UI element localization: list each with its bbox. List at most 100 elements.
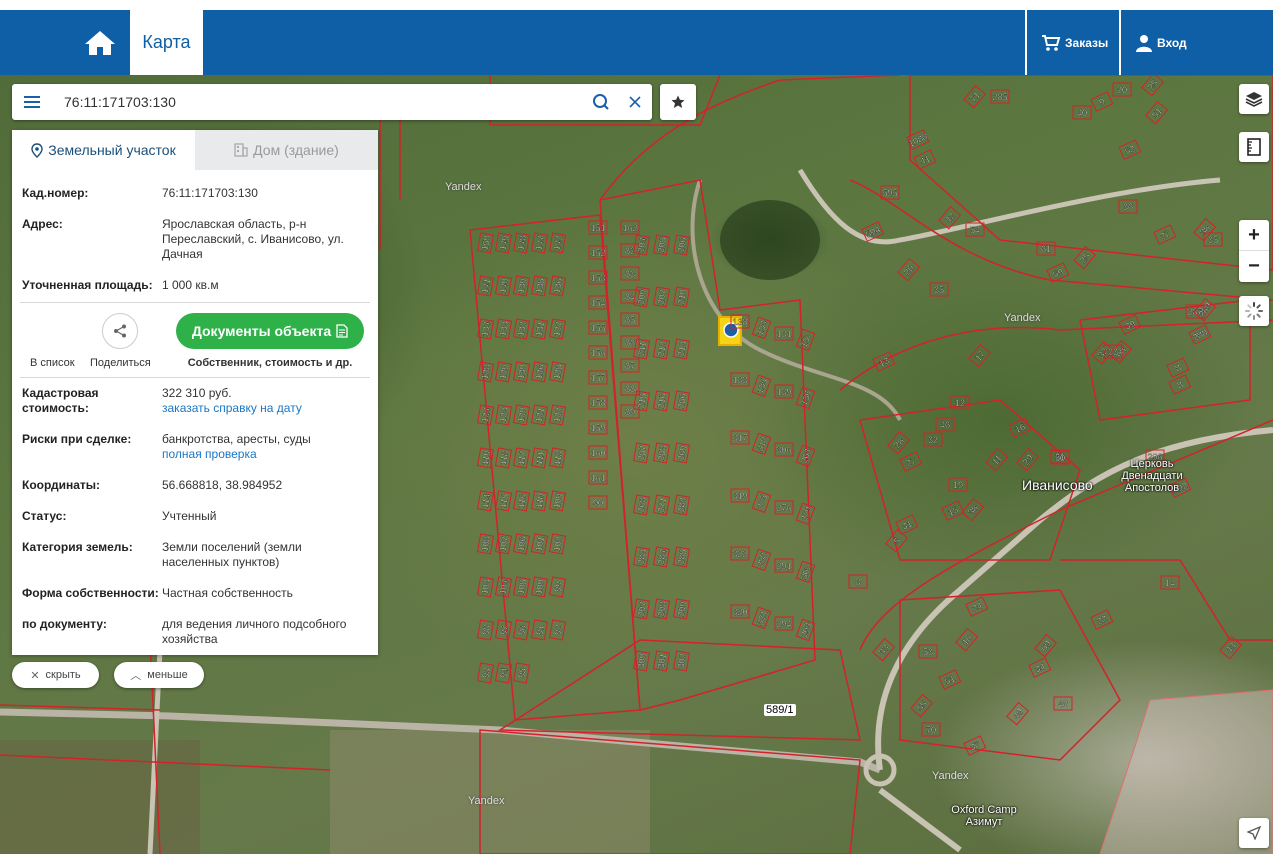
parcel-label[interactable]: 121 — [530, 404, 549, 426]
parcel-label[interactable]: 125 — [548, 361, 567, 383]
parcel-label[interactable]: 206 — [672, 234, 691, 256]
parcel-label[interactable]: 71 — [963, 84, 987, 109]
parcel-label[interactable]: 14 — [1160, 575, 1180, 590]
parcel-label[interactable]: 28 — [887, 430, 911, 455]
parcel-label[interactable]: 284 — [652, 546, 671, 568]
parcel-label[interactable]: 128 — [476, 361, 495, 383]
parcel-label[interactable]: 127 — [548, 318, 567, 340]
zoom-out-button[interactable]: − — [1239, 251, 1269, 282]
parcel-label[interactable]: 16 — [1008, 417, 1032, 438]
parcel-label[interactable]: 104 — [494, 576, 513, 598]
parcel-label[interactable]: 90 — [588, 495, 608, 510]
login-button[interactable]: Вход — [1119, 10, 1273, 75]
parcel-label[interactable]: 321 — [751, 606, 772, 630]
parcel-label[interactable]: 291 — [774, 558, 794, 573]
parcel-label[interactable]: 108 — [476, 533, 495, 555]
clear-icon[interactable] — [618, 84, 652, 120]
parcel-label[interactable]: 135 — [751, 374, 772, 398]
cad-number-link[interactable]: 76:11:171703:130 — [162, 186, 368, 201]
share-button[interactable] — [102, 313, 138, 349]
parcel-label[interactable]: 257 — [632, 442, 651, 464]
parcel-label[interactable]: 55 — [910, 693, 934, 718]
parcel-label[interactable]: 139 — [512, 275, 531, 297]
parcel-label[interactable]: 133 — [730, 372, 750, 387]
parcel-label[interactable]: 302 — [672, 650, 691, 672]
parcel-label[interactable]: 204 — [632, 234, 651, 256]
parcel-label[interactable]: 318 — [751, 432, 772, 456]
parcel-label[interactable]: 51 — [938, 669, 962, 690]
parcel-label[interactable]: 107 — [494, 533, 513, 555]
parcel-label[interactable]: 209 — [632, 286, 651, 308]
parcel-label[interactable]: 134 — [476, 318, 495, 340]
orders-button[interactable]: Заказы — [1025, 10, 1119, 75]
order-certificate-link[interactable]: заказать справку на дату — [162, 401, 368, 416]
parcel-label[interactable]: 34 — [1028, 657, 1052, 678]
parcel-label[interactable]: 136 — [795, 386, 816, 410]
parcel-label[interactable]: 123 — [494, 404, 513, 426]
parcel-label[interactable]: 140 — [494, 275, 513, 297]
parcel-label[interactable]: 36 — [1118, 199, 1138, 214]
parcel-label[interactable]: 271 — [652, 494, 671, 516]
parcel-label[interactable]: 15 — [941, 500, 965, 521]
favorites-star-icon[interactable] — [660, 84, 696, 120]
add-to-list-button[interactable]: В список — [30, 357, 75, 369]
parcel-label[interactable]: 98 — [476, 619, 495, 641]
parcel-label[interactable]: 122 — [548, 404, 567, 426]
parcel-label[interactable]: 20 — [897, 257, 921, 282]
parcel-label[interactable]: 52 — [1118, 139, 1142, 160]
parcel-label[interactable]: 48 — [1053, 696, 1073, 711]
parcel-label[interactable]: 276 — [774, 500, 794, 515]
parcel-label[interactable]: 102 — [548, 533, 567, 555]
parcel-label[interactable]: 96 — [512, 619, 531, 641]
parcel-label[interactable]: 85 — [620, 312, 640, 327]
parcel-label[interactable]: 153 — [588, 270, 608, 285]
parcel-label[interactable]: 298 — [652, 598, 671, 620]
parcel-label[interactable]: 322 — [730, 546, 750, 561]
parcel-label[interactable]: 10 — [955, 627, 979, 652]
zoom-in-button[interactable]: + — [1239, 220, 1269, 251]
parcel-label[interactable]: 25 — [1141, 72, 1165, 97]
parcel-label[interactable]: 51 — [1145, 100, 1169, 125]
parcel-label[interactable]: 288 — [1188, 324, 1212, 345]
parcel-label[interactable]: 117 — [512, 447, 531, 469]
parcel-label[interactable]: 99 — [548, 576, 567, 598]
parcel-label[interactable]: 131 — [530, 318, 549, 340]
parcel-label[interactable]: 32 — [923, 432, 943, 447]
parcel-label[interactable]: 20 — [1112, 82, 1132, 97]
parcel-label[interactable]: 216 — [652, 390, 671, 412]
parcel-label[interactable]: 136 — [548, 275, 567, 297]
parcel-label[interactable]: 154 — [588, 295, 608, 310]
parcel-label[interactable]: 293 — [795, 618, 816, 642]
parcel-label[interactable]: 150 — [476, 232, 495, 254]
parcel-label[interactable]: 151 — [588, 220, 608, 235]
parcel-label[interactable]: 114 — [476, 490, 495, 512]
parcel-label[interactable]: 119 — [476, 447, 495, 469]
parcel-label[interactable]: 160 — [588, 445, 608, 460]
parcel-label[interactable]: 29 — [1016, 447, 1040, 472]
full-check-link[interactable]: полная проверка — [162, 447, 368, 462]
search-input[interactable] — [52, 84, 584, 120]
parcel-label[interactable]: 283 — [632, 546, 651, 568]
tab-map[interactable]: Карта — [130, 10, 203, 75]
parcel-label[interactable]: 137 — [795, 328, 816, 352]
parcel-label[interactable]: 103 — [476, 576, 495, 598]
parcel-label[interactable]: 35 — [929, 282, 949, 297]
parcel-label[interactable]: 124 — [476, 404, 495, 426]
home-icon[interactable] — [80, 27, 120, 59]
parcel-label[interactable]: 147 — [530, 232, 549, 254]
parcel-label[interactable]: 17 — [968, 343, 992, 368]
parcel-label[interactable]: 264 — [795, 444, 816, 468]
parcel-label[interactable]: 320 — [730, 604, 750, 619]
parcel-label[interactable]: 215 — [632, 390, 651, 412]
parcel-label[interactable]: 110 — [530, 490, 549, 512]
parcel-label[interactable]: 97 — [494, 619, 513, 641]
parcel-label[interactable]: 92 — [548, 619, 567, 641]
parcel-label[interactable]: 301 — [652, 650, 671, 672]
parcel-label[interactable]: 306 — [774, 442, 794, 457]
hide-panel-button[interactable]: ✕ скрыть — [12, 662, 99, 688]
parcel-label[interactable]: 141 — [476, 275, 495, 297]
parcel-label[interactable]: 46 — [935, 417, 955, 432]
parcel-label[interactable]: 94 — [494, 662, 513, 684]
parcel-label[interactable]: 42 — [938, 205, 962, 230]
parcel-label[interactable]: 212 — [652, 338, 671, 360]
